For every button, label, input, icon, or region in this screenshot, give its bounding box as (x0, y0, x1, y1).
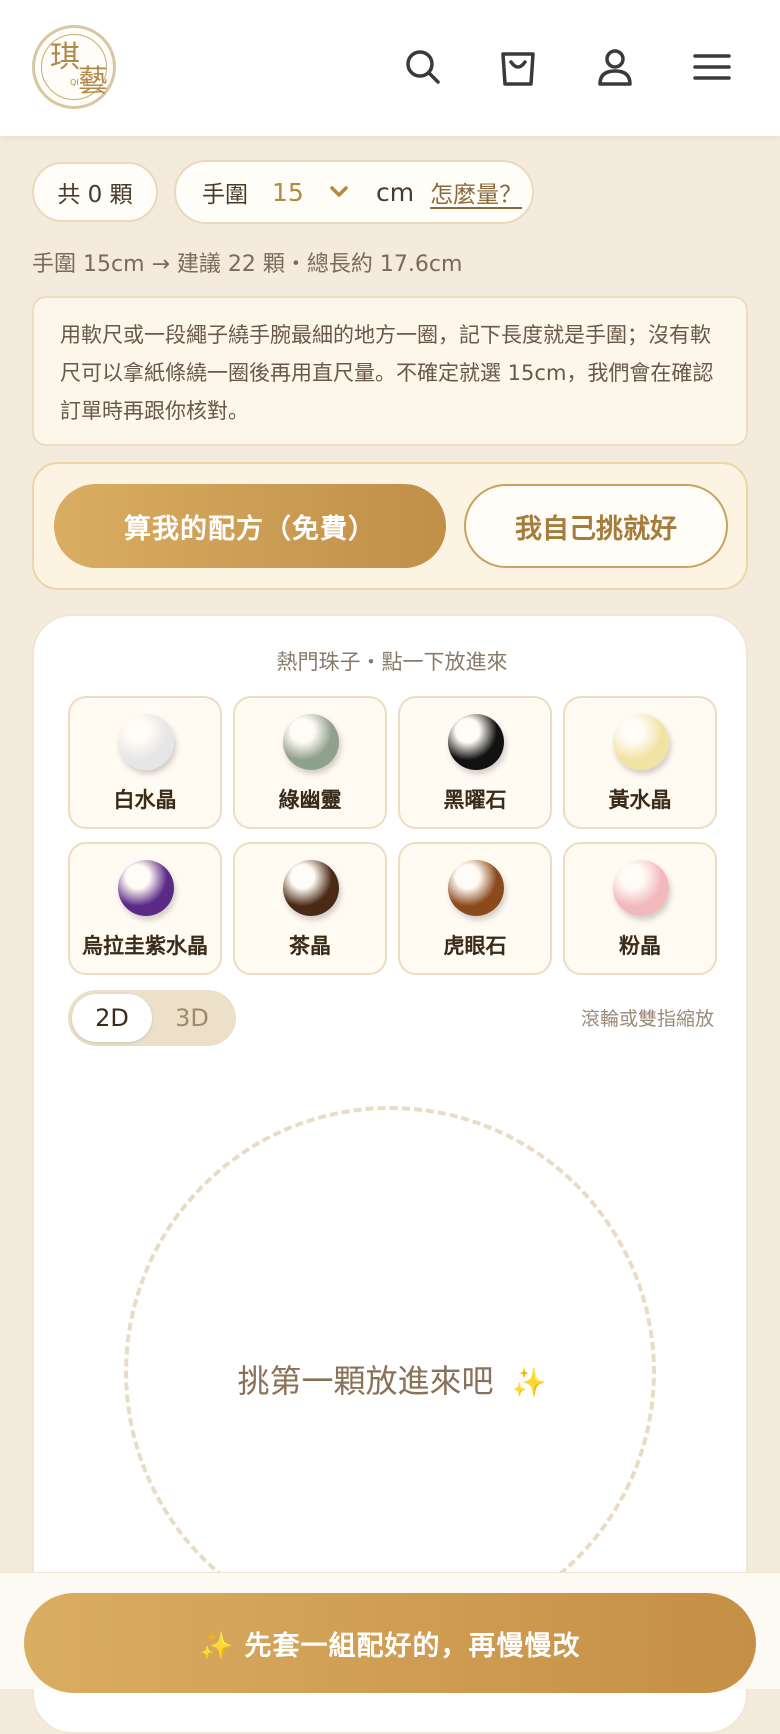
bead-label: 茶晶 (289, 934, 331, 958)
bead-label: 烏拉圭紫水晶 (82, 934, 208, 958)
bead-label: 白水晶 (113, 788, 177, 812)
bead-image (118, 860, 174, 916)
bottom-action-bar: ✨ 先套一組配好的，再慢慢改 (0, 1572, 780, 1693)
how-to-measure-link[interactable]: 怎麼量？ (430, 175, 522, 209)
measure-tip: 用軟尺或一段繩子繞手腕最細的地方一圈，記下長度就是手圍；沒有軟尺可以拿紙條繞一圈… (32, 296, 748, 446)
bead-image (448, 714, 504, 770)
cart-icon[interactable] (493, 42, 543, 92)
logo-ring: 琪 藝 QI YI (41, 34, 108, 100)
chevron-down-icon[interactable] (328, 181, 350, 203)
brand-logo[interactable]: 琪 藝 QI YI (32, 25, 116, 109)
apply-preset-button[interactable]: ✨ 先套一組配好的，再慢慢改 (24, 1593, 756, 1693)
popular-beads-title: 熱門珠子・點一下放進來 (276, 650, 508, 674)
calculate-recipe-button[interactable]: 算我的配方（免費） (54, 484, 446, 568)
wrist-size-select[interactable]: 15 (272, 178, 328, 207)
view-3d-button[interactable]: 3D (152, 994, 232, 1042)
bead-suggestion: 手圍 15cm → 建議 22 顆・總長約 17.6cm (32, 252, 463, 277)
pick-myself-button[interactable]: 我自己挑就好 (464, 484, 728, 568)
bead-image (613, 860, 669, 916)
bead-option[interactable]: 黑曜石 (398, 696, 552, 829)
logo-subtext: QI YI (70, 78, 89, 87)
bead-option[interactable]: 黃水晶 (563, 696, 717, 829)
view-2d-button[interactable]: 2D (72, 994, 152, 1042)
bead-option[interactable]: 綠幽靈 (233, 696, 387, 829)
empty-stage-text: 挑第一顆放進來吧 (237, 1362, 494, 1400)
bead-count-badge: 共 0 顆 (32, 162, 158, 222)
bead-option[interactable]: 粉晶 (563, 842, 717, 975)
mode-choice-box: 算我的配方（免費） 我自己挑就好 (32, 462, 748, 590)
bead-image (283, 714, 339, 770)
bead-label: 虎眼石 (443, 934, 507, 958)
bead-image (283, 860, 339, 916)
bead-label: 黑曜石 (443, 788, 507, 812)
bead-option[interactable]: 茶晶 (233, 842, 387, 975)
wrist-size-unit: cm (376, 177, 415, 207)
wrist-size-label: 手圍 (202, 182, 248, 208)
bead-option[interactable]: 白水晶 (68, 696, 222, 829)
menu-icon[interactable] (687, 42, 737, 92)
bead-option[interactable]: 虎眼石 (398, 842, 552, 975)
empty-stage-message: 挑第一顆放進來吧 ✨ (34, 1356, 750, 1402)
user-icon[interactable] (590, 42, 640, 92)
bead-image (118, 714, 174, 770)
view-mode-toggle: 2D 3D (68, 990, 236, 1046)
bead-image (448, 860, 504, 916)
logo-char-1: 琪 (50, 40, 80, 75)
site-header: 琪 藝 QI YI (0, 0, 780, 136)
bead-label: 綠幽靈 (278, 788, 342, 812)
bead-label: 黃水晶 (608, 788, 672, 812)
zoom-hint: 滾輪或雙指縮放 (580, 1008, 714, 1030)
bead-image (613, 714, 669, 770)
search-icon[interactable] (398, 42, 448, 92)
bead-option[interactable]: 烏拉圭紫水晶 (68, 842, 222, 975)
sparkle-icon: ✨ (511, 1366, 547, 1399)
wrist-size-selector: 手圍 15 cm 怎麼量？ (174, 160, 534, 224)
bracelet-builder-card: 熱門珠子・點一下放進來 白水晶 綠幽靈 黑曜石 黃水晶 烏拉圭紫水晶 茶晶 虎眼 (32, 614, 748, 1734)
bead-label: 粉晶 (619, 934, 661, 958)
bead-count-text: 共 0 顆 (57, 182, 133, 208)
